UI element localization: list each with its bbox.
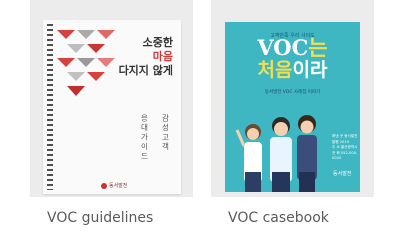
book-cover-voc-guidelines: 소중한 마음 다지지 않게 응대가이드 감성고객 동서발전 bbox=[43, 20, 181, 194]
logo-dot-icon bbox=[101, 182, 107, 189]
publisher-logo-text: 동서발전 bbox=[333, 171, 352, 177]
book-subtitle-vertical: 응대가이드 감성고객 bbox=[139, 114, 171, 182]
book-title-line-2: 마음 bbox=[152, 50, 173, 63]
publication-card-voc-casebook[interactable]: 고객만족 우리 사이도 VOC는 처음이라 동서발전 VOC 사례집 이야기 펴… bbox=[211, 0, 374, 226]
book-title-line-3: 다지지 않게 bbox=[118, 64, 173, 77]
people-illustration bbox=[235, 115, 317, 192]
colophon-line-1: 펴낸 곳 동서발전 bbox=[332, 134, 358, 138]
publication-card-voc-guidelines[interactable]: 소중한 마음 다지지 않게 응대가이드 감성고객 동서발전 VOC guidel… bbox=[30, 0, 193, 226]
card-caption[interactable]: VOC casebook bbox=[228, 210, 329, 226]
colophon-line-4: 전 화 052-000-0000 bbox=[332, 150, 358, 161]
book-thumbnail-voc-guidelines[interactable]: 소중한 마음 다지지 않게 응대가이드 감성고객 동서발전 bbox=[30, 0, 193, 197]
spiral-binding bbox=[47, 24, 53, 190]
book-subtitle-col-1: 응대가이드 bbox=[140, 114, 149, 162]
card-caption[interactable]: VOC guidelines bbox=[47, 210, 153, 226]
publisher-logo-text: 동서발전 bbox=[109, 183, 128, 189]
book-colophon: 펴낸 곳 동서발전 발행 2019 주 소 울산광역시 전 화 052-000-… bbox=[332, 134, 360, 162]
colophon-line-3: 주 소 울산광역시 bbox=[332, 145, 358, 149]
book-title-line-1: 소중한 bbox=[142, 36, 173, 49]
book-thumbnail-voc-casebook[interactable]: 고객만족 우리 사이도 VOC는 처음이라 동서발전 VOC 사례집 이야기 펴… bbox=[211, 0, 374, 197]
book-subtitle-col-2: 감성고객 bbox=[161, 114, 170, 152]
triangle-pattern-decoration bbox=[57, 30, 115, 96]
publisher-logo: 동서발전 bbox=[101, 182, 127, 189]
book-title: 소중한 마음 다지지 않게 bbox=[119, 36, 173, 78]
book-cover-voc-casebook: 고객만족 우리 사이도 VOC는 처음이라 동서발전 VOC 사례집 이야기 펴… bbox=[225, 22, 360, 192]
